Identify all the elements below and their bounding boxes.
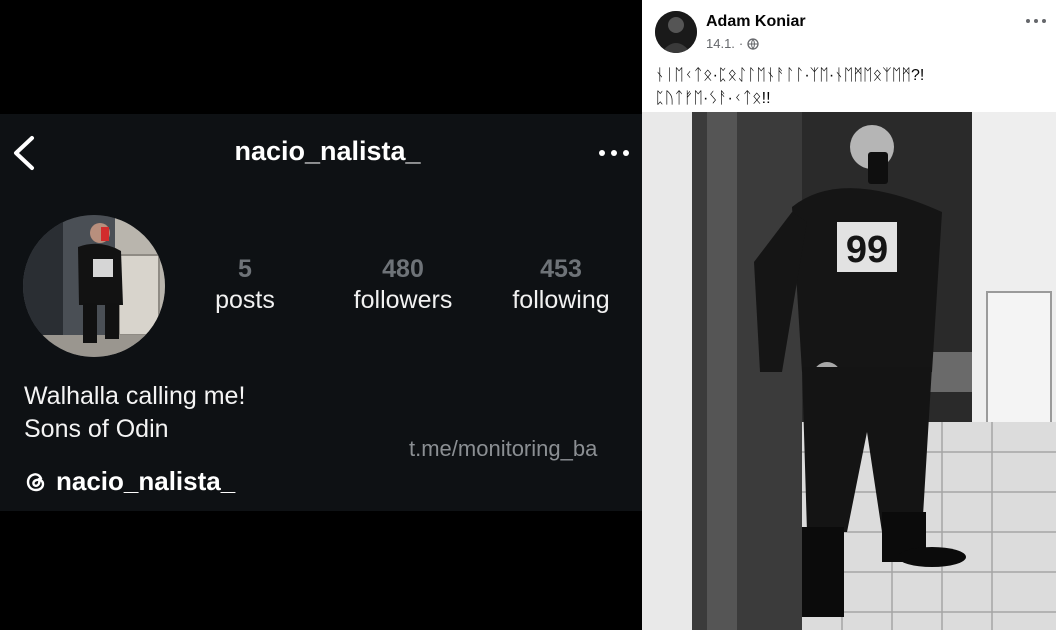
stat-label: following [512,286,610,314]
more-icon[interactable] [596,138,632,168]
post-line: ᛈᚢᛏᚠᛖ·ᛊᚨ·ᚲᛏᛟ!! [655,90,771,107]
stat-value: 480 [382,255,424,283]
post-date[interactable]: 14.1. [706,36,735,51]
post-meta: 14.1. · [706,36,759,51]
threads-handle: nacio_nalista_ [56,466,236,496]
profile-bio: Walhalla calling me! Sons of Odin [24,380,245,446]
author-avatar[interactable] [655,11,697,53]
profile-avatar[interactable] [23,215,165,357]
stat-value: 5 [238,255,252,283]
post-line: ᚾᛁᛖᚲᛏᛟ·ᛈᛟᛇᛚᛖᚾᚨᛚᛚ·ᛉᛖ·ᚾᛖᛗᛖᛟᛉᛖᛗ?! [655,67,925,84]
stat-posts[interactable]: 5 posts [160,254,330,316]
bio-line: Sons of Odin [24,415,169,443]
facebook-post-panel: Adam Koniar 14.1. · ᚾᛁᛖᚲᛏᛟ·ᛈᛟᛇᛚᛖᚾᚨᛚᛚ·ᛉᛖ·… [642,0,1056,630]
bio-line: Walhalla calling me! [24,382,246,410]
threads-link[interactable]: nacio_nalista_ [24,466,235,497]
avatar-photo [23,215,165,357]
instagram-profile-panel: nacio_nalista_ 5 posts 480 followers 453… [0,114,642,511]
post-photo[interactable]: 99 [642,112,1056,630]
post-text: ᚾᛁᛖᚲᛏᛟ·ᛈᛟᛇᛚᛖᚾᚨᛚᛚ·ᛉᛖ·ᚾᛖᛗᛖᛟᛉᛖᛗ?! ᛈᚢᛏᚠᛖ·ᛊᚨ·… [655,64,1045,110]
watermark: t.me/monitoring_ba [409,436,598,461]
more-icon[interactable] [1024,14,1048,28]
svg-text:99: 99 [846,229,888,271]
avatar-photo [655,11,697,53]
meta-separator: · [738,36,744,51]
author-name[interactable]: Adam Koniar [706,13,806,31]
threads-icon [26,472,45,491]
globe-icon [747,37,759,50]
stat-followers[interactable]: 480 followers [318,254,488,316]
stat-label: posts [215,286,275,314]
stat-following[interactable]: 453 following [476,254,646,316]
profile-username: nacio_nalista_ [234,136,421,166]
stat-label: followers [353,286,453,314]
stat-value: 453 [540,255,582,283]
